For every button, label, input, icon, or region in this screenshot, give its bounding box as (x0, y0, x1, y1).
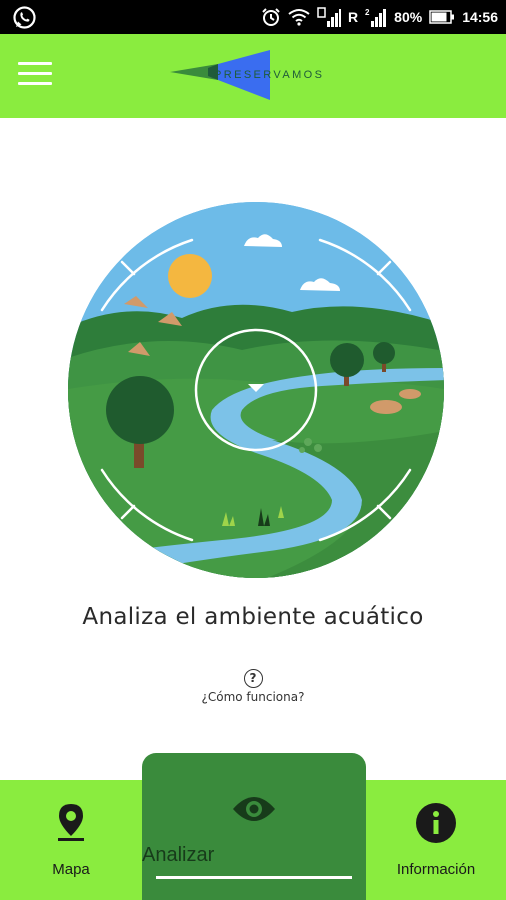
whatsapp-icon (12, 5, 37, 34)
battery-icon (429, 10, 455, 24)
active-tab-indicator (156, 876, 352, 879)
hamburger-menu-icon[interactable] (18, 62, 52, 90)
river-landscape-illustration (68, 202, 444, 578)
battery-percent: 80% (394, 9, 423, 25)
nav-item-informacion[interactable]: Información (366, 780, 506, 900)
page-headline: Analiza el ambiente acuático (82, 604, 424, 630)
nav-label-analizar: Analizar (142, 844, 215, 866)
nav-item-analizar[interactable]: Analizar (142, 753, 366, 900)
how-it-works-link[interactable]: ? ¿Cómo funciona? (0, 667, 506, 704)
signal-icon (317, 7, 342, 27)
app-header: PRESERVAMOS (0, 34, 506, 118)
nav-label-mapa: Mapa (52, 861, 90, 878)
map-pin-icon (58, 804, 84, 841)
status-bar: R 2 80% 14:56 (0, 0, 506, 34)
alarm-icon (262, 8, 280, 26)
carrier-indicator: R (348, 9, 359, 25)
question-icon: ? (243, 669, 263, 688)
how-it-works-label: ¿Cómo funciona? (201, 690, 305, 704)
nav-item-mapa[interactable]: Mapa (0, 780, 142, 900)
eye-icon (233, 797, 275, 821)
svg-text:2: 2 (365, 8, 370, 17)
wifi-icon (288, 9, 310, 26)
info-icon (416, 803, 456, 843)
signal-icon: 2 (365, 8, 387, 27)
clock: 14:56 (462, 9, 498, 25)
logo-text: PRESERVAMOS (214, 69, 325, 81)
nav-label-informacion: Información (396, 861, 476, 878)
